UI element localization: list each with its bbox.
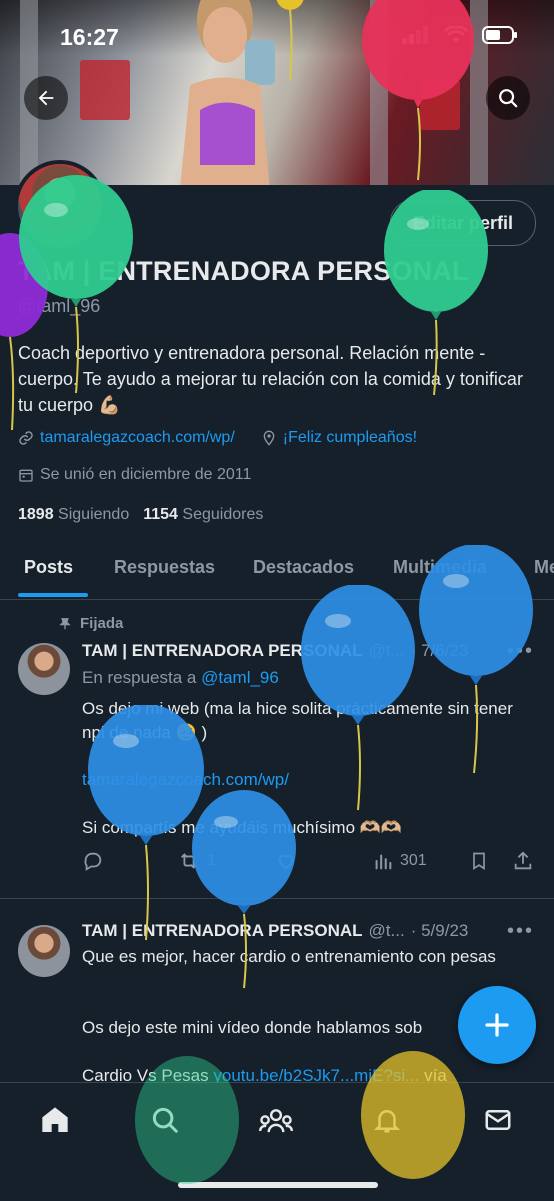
- profile-avatar[interactable]: [14, 160, 106, 252]
- share-icon: [514, 851, 532, 870]
- reply-button[interactable]: [82, 850, 104, 872]
- followers-stat[interactable]: 1154 Seguidores: [143, 506, 263, 524]
- tweet-author-name[interactable]: TAM | ENTRENADORA PERSONAL: [82, 921, 363, 941]
- back-arrow-icon: [38, 90, 54, 106]
- tweet-avatar[interactable]: [18, 925, 70, 977]
- tweet-date[interactable]: · 7/6/23: [411, 641, 469, 661]
- followers-label: Seguidores: [182, 506, 264, 523]
- profile-tabs: Posts Respuestas Destacados Multimedia M…: [0, 545, 554, 600]
- compose-button[interactable]: [458, 986, 536, 1064]
- views-button[interactable]: 301: [372, 850, 427, 872]
- profile-birthday-link[interactable]: ¡Feliz cumpleaños!: [283, 429, 417, 447]
- tweet-pinned[interactable]: Fijada TAM | ENTRENADORA PERSONAL @t... …: [0, 600, 554, 898]
- tweet-date[interactable]: · 5/9/23: [411, 921, 469, 941]
- tweet-text-line1: Os dejo mi web (ma la hice solita prácti…: [82, 699, 513, 742]
- like-button[interactable]: [275, 850, 297, 872]
- retweet-button[interactable]: 1: [177, 850, 216, 872]
- profile-bio: Coach deportivo y entrenadora personal. …: [18, 343, 523, 415]
- profile-website-link[interactable]: tamaralegazcoach.com/wp/: [40, 429, 235, 447]
- pinned-label: Fijada: [80, 615, 124, 632]
- profile-joined-date: Se unió en diciembre de 2011: [40, 466, 252, 483]
- reply-handle-link[interactable]: @taml_96: [201, 668, 279, 687]
- following-count: 1898: [18, 506, 54, 523]
- following-label: Siguiendo: [58, 506, 130, 523]
- tweet-author-handle: @t...: [368, 641, 405, 660]
- edit-profile-button[interactable]: Editar perfil: [389, 200, 536, 246]
- wifi-icon: [444, 26, 468, 43]
- tweet-more-button[interactable]: •••: [507, 920, 534, 943]
- profile-name: TAM | ENTRENADORA PERSONAL: [18, 256, 469, 286]
- nav-messages[interactable]: [481, 1103, 515, 1137]
- profile-meta-row: tamaralegazcoach.com/wp/ ¡Feliz cumpleañ…: [18, 429, 417, 447]
- bookmark-button[interactable]: [469, 850, 489, 872]
- tweet-link[interactable]: tamaralegazcoach.com/wp/: [82, 768, 532, 792]
- tab-likes[interactable]: Me: [534, 557, 554, 578]
- nav-communities[interactable]: [259, 1103, 293, 1137]
- link-icon: [19, 431, 33, 445]
- notifications-icon: [373, 1110, 401, 1133]
- plus-icon: [485, 1013, 509, 1037]
- pin-icon: [59, 617, 71, 629]
- location-pin-icon: [263, 430, 275, 446]
- tweet-header: TAM | ENTRENADORA PERSONAL @t... · 7/6/2…: [82, 641, 468, 661]
- follow-stats: 1898 Siguiendo 1154 Seguidores: [18, 506, 263, 524]
- status-icons: [402, 26, 518, 44]
- home-icon: [42, 1107, 68, 1132]
- bookmark-icon: [473, 852, 485, 871]
- heart-icon: [278, 854, 294, 870]
- back-button[interactable]: [24, 76, 68, 120]
- reply-prefix: En respuesta a: [82, 668, 197, 687]
- profile-joined-row: Se unió en diciembre de 2011: [18, 466, 251, 484]
- profile-handle: @taml_96: [18, 296, 101, 316]
- tweet-text-line2: Si compartís me ayudáis muchísimo 🫶🏼🫶🏼: [82, 818, 403, 837]
- tweet-author-name[interactable]: TAM | ENTRENADORA PERSONAL: [82, 641, 363, 661]
- tab-highlights[interactable]: Destacados: [253, 557, 354, 578]
- retweet-count: 1: [207, 852, 216, 869]
- reply-icon: [84, 852, 102, 871]
- following-stat[interactable]: 1898 Siguiendo: [18, 506, 129, 524]
- tweet-reply-context: En respuesta a @taml_96: [82, 666, 532, 690]
- active-tab-indicator: [18, 593, 88, 597]
- nav-notifications[interactable]: [370, 1103, 404, 1137]
- search-icon: [152, 1107, 178, 1133]
- pinned-indicator: Fijada: [58, 615, 123, 632]
- tweet-avatar[interactable]: [18, 643, 70, 695]
- nav-home[interactable]: [38, 1103, 72, 1137]
- retweet-icon: [181, 853, 197, 869]
- calendar-icon: [19, 469, 33, 482]
- signal-icon: [402, 26, 428, 44]
- search-button[interactable]: [486, 76, 530, 120]
- banner-gym-equipment: [420, 80, 460, 130]
- messages-icon: [485, 1110, 511, 1130]
- home-indicator: [178, 1182, 378, 1188]
- search-icon: [499, 89, 518, 108]
- nav-search[interactable]: [148, 1103, 182, 1137]
- views-count: 301: [400, 852, 427, 869]
- battery-icon: [482, 26, 517, 44]
- tab-media[interactable]: Multimedia: [393, 557, 487, 578]
- tweet-header: TAM | ENTRENADORA PERSONAL @t... · 5/9/2…: [82, 921, 468, 941]
- share-button[interactable]: [512, 850, 534, 872]
- communities-icon: [259, 1109, 293, 1133]
- tweet-actions: 1 301: [82, 850, 532, 876]
- tab-posts[interactable]: Posts: [24, 557, 73, 578]
- tab-replies[interactable]: Respuestas: [114, 557, 215, 578]
- tweet-more-button[interactable]: •••: [507, 640, 534, 663]
- tweet-author-handle: @t...: [368, 921, 405, 940]
- tweet-text-line1: Que es mejor, hacer cardio o entrenamien…: [82, 947, 496, 966]
- status-bar: 16:27: [0, 0, 554, 70]
- status-time: 16:27: [60, 24, 119, 50]
- followers-count: 1154: [143, 506, 178, 523]
- views-icon: [375, 854, 392, 870]
